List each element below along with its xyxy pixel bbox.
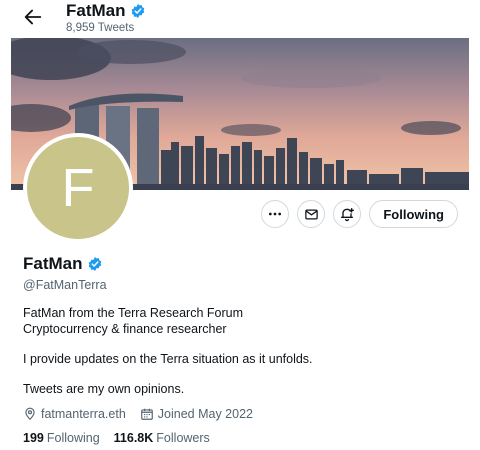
profile-info: FatMan @FatManTerra FatMan from the Terr… [23, 254, 463, 445]
following-count: 199 [23, 431, 44, 445]
website-link[interactable]: fatmanterra.eth [41, 407, 126, 421]
joined-item: Joined May 2022 [140, 407, 253, 421]
message-button[interactable] [297, 200, 326, 228]
notifications-button[interactable] [333, 200, 362, 228]
avatar-letter: F [61, 158, 95, 218]
profile-name-row: FatMan [23, 254, 463, 274]
profile-stats: 199 Following 116.8K Followers [23, 431, 463, 445]
avatar[interactable]: F [23, 133, 133, 243]
verified-icon [131, 4, 144, 18]
profile-meta: fatmanterra.eth Joined May 2022 [23, 407, 463, 421]
bio-line: Cryptocurrency & finance researcher [23, 322, 227, 336]
bio-line: Tweets are my own opinions. [23, 382, 185, 396]
profile-handle: @FatManTerra [23, 278, 107, 292]
verified-icon [88, 257, 101, 271]
top-bar: FatMan 8,959 Tweets [0, 0, 480, 38]
profile-name: FatMan [23, 254, 83, 273]
header-name-row: FatMan [66, 1, 146, 21]
bio-line: I provide updates on the Terra situation… [23, 352, 313, 366]
header-name: FatMan [66, 1, 126, 20]
followers-stat[interactable]: 116.8K Followers [114, 431, 210, 445]
following-stat[interactable]: 199 Following [23, 431, 100, 445]
calendar-icon [140, 408, 153, 420]
more-icon [269, 212, 282, 216]
back-arrow-icon[interactable] [22, 6, 44, 28]
profile-bio: FatMan from the Terra Research Forum Cry… [23, 305, 463, 397]
followers-count: 116.8K [113, 431, 154, 445]
following-button[interactable]: Following [369, 200, 458, 228]
bio-line: FatMan from the Terra Research Forum [23, 306, 243, 320]
profile-actions: Following [261, 200, 458, 228]
more-button[interactable] [261, 200, 290, 228]
joined-date: Joined May 2022 [157, 407, 253, 421]
website-item: fatmanterra.eth [23, 407, 126, 421]
message-icon [305, 209, 318, 219]
followers-label: Followers [156, 431, 210, 445]
tweets-count: 8,959 Tweets [66, 22, 135, 34]
notification-bell-icon [341, 208, 355, 222]
location-icon [25, 407, 35, 421]
following-label: Following [46, 431, 100, 445]
